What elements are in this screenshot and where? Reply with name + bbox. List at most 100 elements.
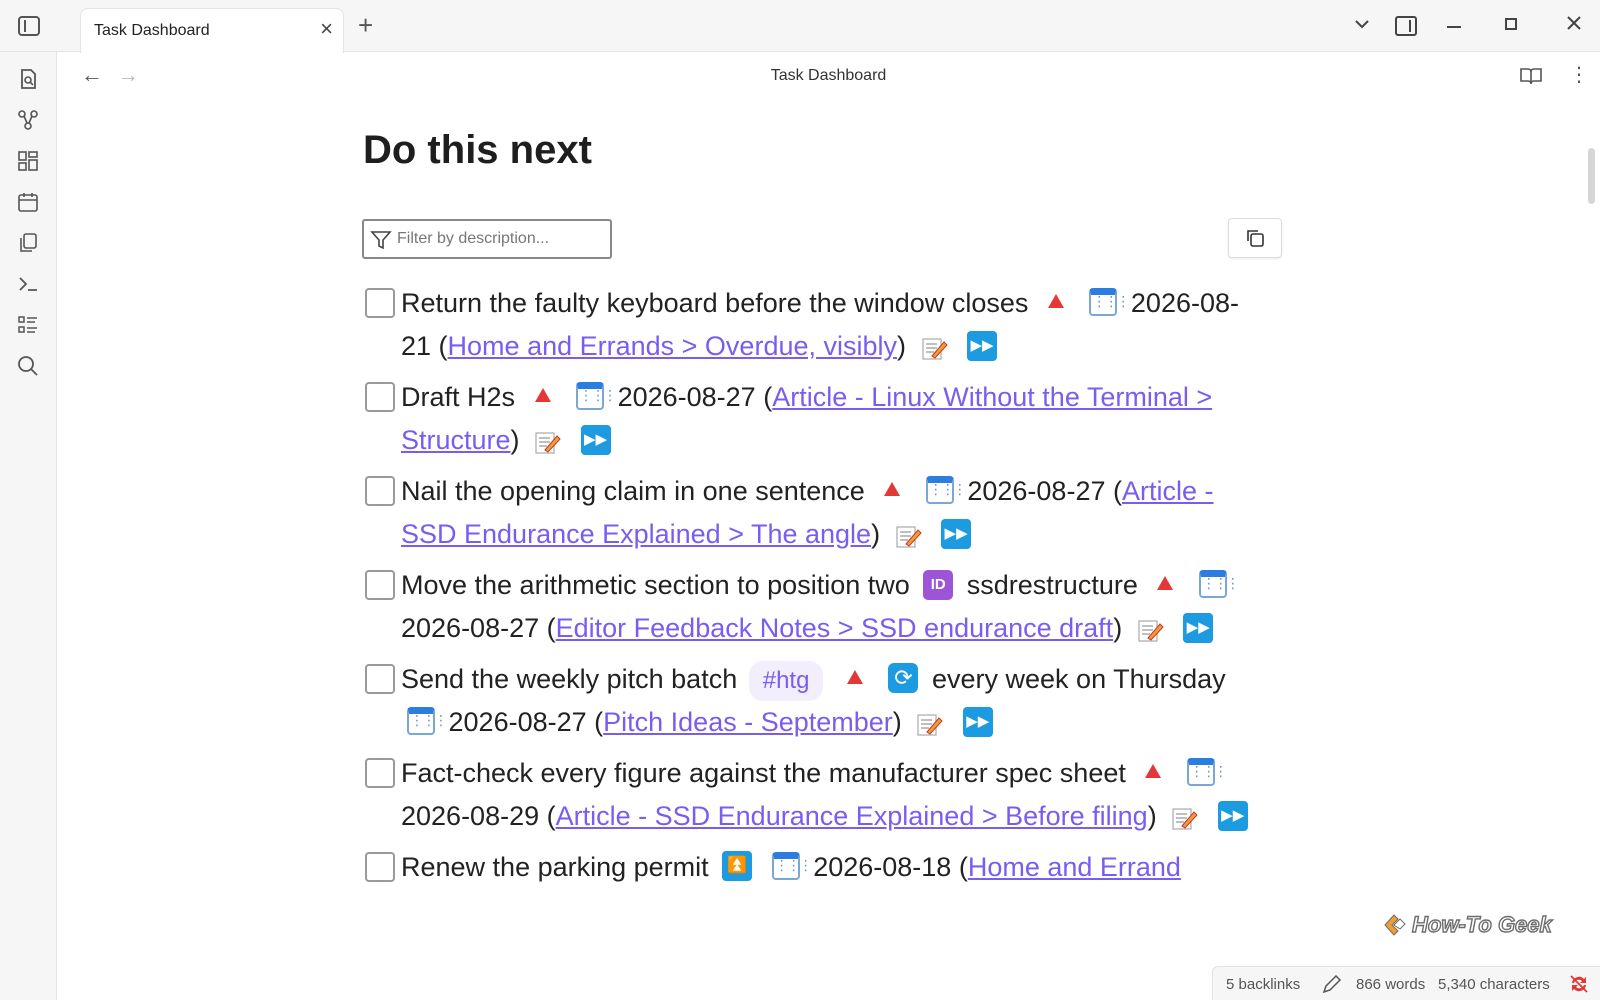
task-description: Return the faulty keyboard before the wi… [401, 288, 1029, 318]
task-source-link[interactable]: Pitch Ideas - September [603, 707, 893, 737]
task-checkbox[interactable] [365, 758, 395, 788]
tab-task-dashboard[interactable]: Task Dashboard × [80, 8, 344, 53]
task-source-link[interactable]: Editor Feedback Notes > SSD endurance dr… [556, 613, 1114, 643]
file-search-icon[interactable] [17, 68, 39, 90]
task-due-date: 2026-08-18 [813, 852, 952, 882]
more-options-icon[interactable]: ⋮ [1569, 62, 1589, 87]
task-tag[interactable]: #htg [748, 661, 824, 701]
recurrence-icon: ⟳ [888, 662, 919, 693]
task-id-value: ssdrestructure [966, 570, 1138, 600]
view-title[interactable]: Task Dashboard [57, 67, 1600, 85]
task-due-date: 2026-08-29 [401, 801, 540, 831]
edit-task-icon[interactable] [920, 332, 948, 360]
task-description: Nail the opening claim in one sentence [401, 476, 865, 506]
due-date-calendar-icon [407, 706, 446, 735]
task-item: Draft H2s 2026-08-27 (Article - Linux Wi… [363, 376, 1263, 462]
graph-icon[interactable] [17, 109, 39, 131]
edit-task-icon[interactable] [1170, 802, 1198, 830]
terminal-icon[interactable] [17, 273, 39, 295]
task-description: Fact-check every figure against the manu… [401, 758, 1126, 788]
maximize-button[interactable] [1505, 18, 1517, 30]
sync-error-icon[interactable] [1568, 973, 1590, 999]
postpone-icon[interactable]: ▶▶ [967, 330, 998, 361]
id-icon: ID [923, 569, 954, 600]
priority-high-icon [846, 669, 863, 684]
task-description: Move the arithmetic section to position … [401, 570, 910, 600]
task-checkbox[interactable] [365, 288, 395, 318]
left-ribbon [0, 52, 57, 1000]
task-item: Send the weekly pitch batch #htg ⟳ every… [363, 658, 1263, 744]
task-item: Return the faulty keyboard before the wi… [363, 282, 1263, 368]
priority-high-icon [884, 481, 901, 496]
minimize-button[interactable] [1447, 26, 1461, 28]
task-source-link[interactable]: Article - SSD Endurance Explained > Befo… [556, 801, 1148, 831]
task-item: Move the arithmetic section to position … [363, 564, 1263, 650]
task-source-link[interactable]: Home and Errand [968, 852, 1181, 882]
task-recurrence: every week on Thursday [932, 664, 1226, 694]
tab-close-icon[interactable]: × [320, 18, 333, 40]
task-checkbox[interactable] [365, 382, 395, 412]
priority-highest-icon: ⏫ [722, 850, 753, 881]
page-heading: Do this next [363, 128, 592, 172]
priority-high-icon [534, 387, 551, 402]
editing-mode-icon[interactable] [1321, 973, 1343, 999]
task-checkbox[interactable] [365, 664, 395, 694]
filter-icon [370, 231, 392, 250]
postpone-icon[interactable]: ▶▶ [941, 518, 972, 549]
task-checkbox[interactable] [365, 570, 395, 600]
list-icon[interactable] [17, 314, 39, 336]
filter-box[interactable] [362, 219, 612, 259]
backlinks-count[interactable]: 5 backlinks [1226, 976, 1300, 993]
calendar-icon[interactable] [17, 191, 39, 213]
copy-button[interactable] [1228, 218, 1282, 258]
task-due-date: 2026-08-27 [967, 476, 1106, 506]
task-item: Nail the opening claim in one sentence 2… [363, 470, 1263, 556]
character-count: 5,340 characters [1438, 976, 1550, 993]
priority-high-icon [1047, 293, 1064, 308]
task-item: Fact-check every figure against the manu… [363, 752, 1263, 838]
close-window-button[interactable] [1565, 14, 1583, 37]
postpone-icon[interactable]: ▶▶ [1183, 612, 1214, 643]
edit-task-icon[interactable] [533, 426, 561, 454]
due-date-calendar-icon [576, 381, 615, 410]
task-item: Renew the parking permit ⏫ 2026-08-18 (H… [363, 846, 1263, 889]
due-date-calendar-icon [1186, 757, 1226, 786]
task-description: Send the weekly pitch batch [401, 664, 738, 694]
task-source-link[interactable]: Article - Linux Without the Terminal > S… [401, 382, 1212, 455]
view-header: ← → Task Dashboard ⋮ [57, 52, 1600, 100]
task-description: Draft H2s [401, 382, 516, 412]
tab-list-chevron-icon[interactable] [1352, 14, 1372, 39]
search-icon[interactable] [17, 355, 39, 377]
task-due-date: 2026-08-27 [448, 707, 587, 737]
edit-task-icon[interactable] [915, 708, 943, 736]
copy-pages-icon[interactable] [17, 232, 39, 254]
due-date-calendar-icon [925, 475, 965, 504]
due-date-calendar-icon [771, 851, 811, 880]
filter-input[interactable] [397, 227, 597, 251]
postpone-icon[interactable]: ▶▶ [1217, 800, 1248, 831]
task-checkbox[interactable] [365, 852, 395, 882]
scrollbar-thumb[interactable] [1588, 148, 1595, 204]
watermark-text: How-To Geek [1411, 911, 1552, 937]
right-panel-toggle-icon[interactable] [1395, 16, 1417, 36]
copy-icon [1247, 230, 1264, 247]
sidebar-toggle-icon[interactable] [18, 16, 40, 36]
edit-task-icon[interactable] [1136, 614, 1164, 642]
canvas-icon[interactable] [17, 150, 39, 172]
task-source-link[interactable]: Home and Errands > Overdue, visibly [448, 331, 897, 361]
priority-high-icon [1145, 763, 1162, 778]
new-tab-button[interactable]: + [358, 12, 373, 38]
postpone-icon[interactable]: ▶▶ [580, 424, 611, 455]
task-list: Return the faulty keyboard before the wi… [363, 282, 1263, 897]
due-date-calendar-icon [1089, 287, 1128, 316]
task-due-date: 2026-08-27 [401, 613, 540, 643]
watermark-logo-icon [1384, 914, 1406, 936]
reading-view-icon[interactable] [1520, 66, 1542, 91]
title-bar: Task Dashboard × + [0, 0, 1600, 53]
task-description: Renew the parking permit [401, 852, 709, 882]
postpone-icon[interactable]: ▶▶ [962, 706, 993, 737]
edit-task-icon[interactable] [894, 520, 922, 548]
task-checkbox[interactable] [365, 476, 395, 506]
word-count: 866 words [1356, 976, 1426, 993]
due-date-calendar-icon [1198, 569, 1238, 598]
